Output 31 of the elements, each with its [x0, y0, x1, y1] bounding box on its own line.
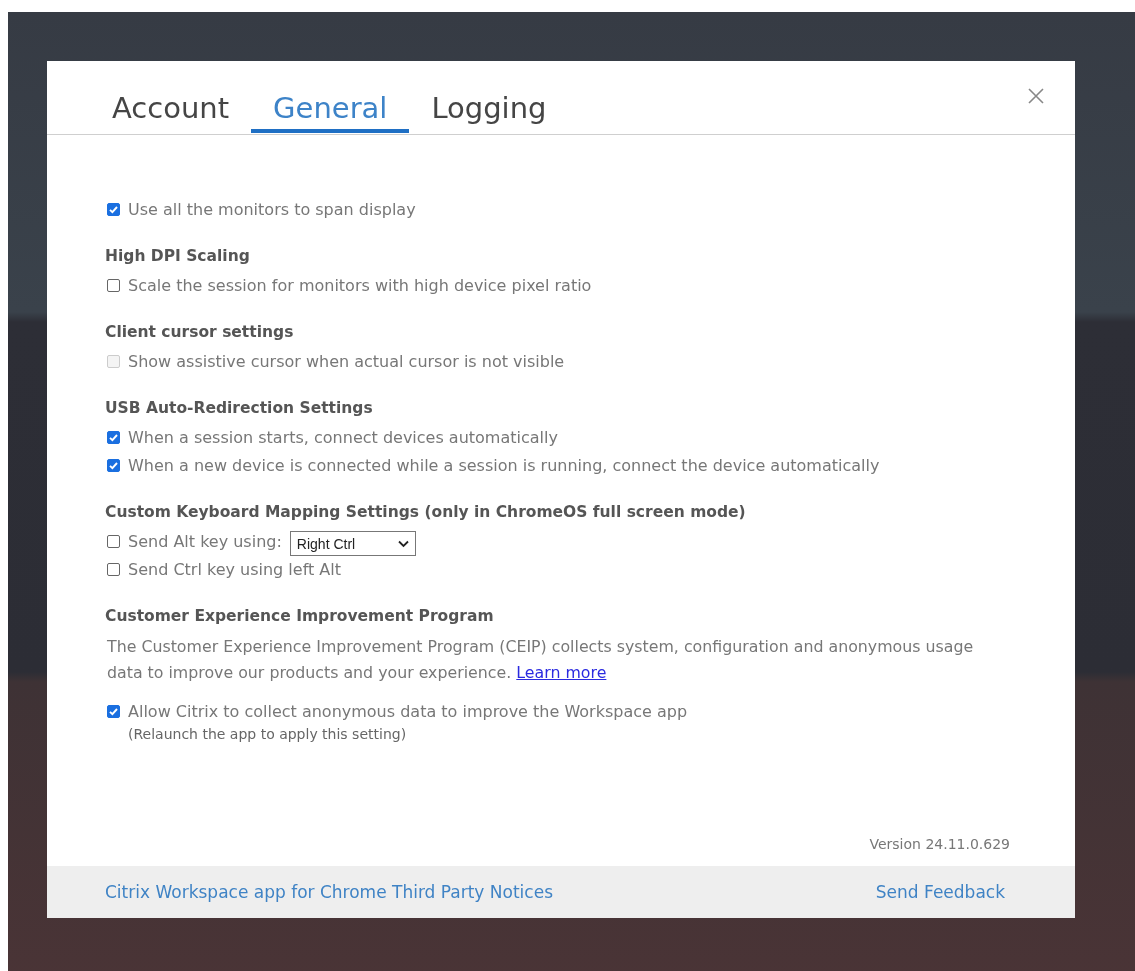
- version-text: Version 24.11.0.629: [869, 836, 1010, 852]
- checkbox[interactable]: [107, 459, 120, 472]
- checkbox[interactable]: [107, 279, 120, 292]
- checkbox-label: Send Alt key using:: [128, 531, 282, 553]
- section-heading: USB Auto-Redirection Settings: [105, 398, 374, 418]
- checkbox[interactable]: [107, 535, 120, 548]
- section-heading: Custom Keyboard Mapping Settings (only in ChromeOS full screen mode): [105, 502, 747, 522]
- checkbox[interactable]: [107, 563, 120, 576]
- checkbox-label: When a session starts, connect devices automatically: [128, 427, 558, 449]
- section-heading: Client cursor settings: [105, 322, 295, 342]
- tab[interactable]: General: [251, 89, 410, 133]
- chevron-down-icon: [397, 539, 409, 548]
- checkbox[interactable]: [107, 203, 120, 216]
- checkbox-label: Use all the monitors to span display: [128, 199, 416, 221]
- hint-text: (Relaunch the app to apply this setting): [128, 726, 408, 742]
- description-text: The Customer Experience Improvement Program (CEIP) collects system, configuration and anonymous usage data to improve our products and your experience. Learn more: [107, 636, 975, 684]
- section-heading: High DPI Scaling: [105, 246, 251, 266]
- checkbox[interactable]: [107, 705, 120, 718]
- learn-more-link[interactable]: Learn more: [516, 663, 607, 682]
- section-heading: Customer Experience Improvement Program: [105, 606, 495, 626]
- close-icon[interactable]: [1027, 87, 1045, 105]
- checkbox-label: Send Ctrl key using left Alt: [128, 559, 341, 581]
- checkbox-label: When a new device is connected while a session is running, connect the device automatically: [128, 455, 880, 477]
- checkbox-label: Allow Citrix to collect anonymous data to improve the Workspace app: [128, 701, 688, 723]
- tab[interactable]: Logging: [409, 89, 569, 133]
- checkbox-label: Show assistive cursor when actual cursor is not visible: [128, 351, 565, 373]
- checkbox-label: Scale the session for monitors with high device pixel ratio: [128, 275, 592, 297]
- checkbox[interactable]: [107, 431, 120, 444]
- dropdown[interactable]: Right Ctrl: [289, 531, 416, 556]
- tab[interactable]: Account: [90, 89, 252, 133]
- notices-link[interactable]: Citrix Workspace app for Chrome Third Party Notices: [105, 882, 553, 902]
